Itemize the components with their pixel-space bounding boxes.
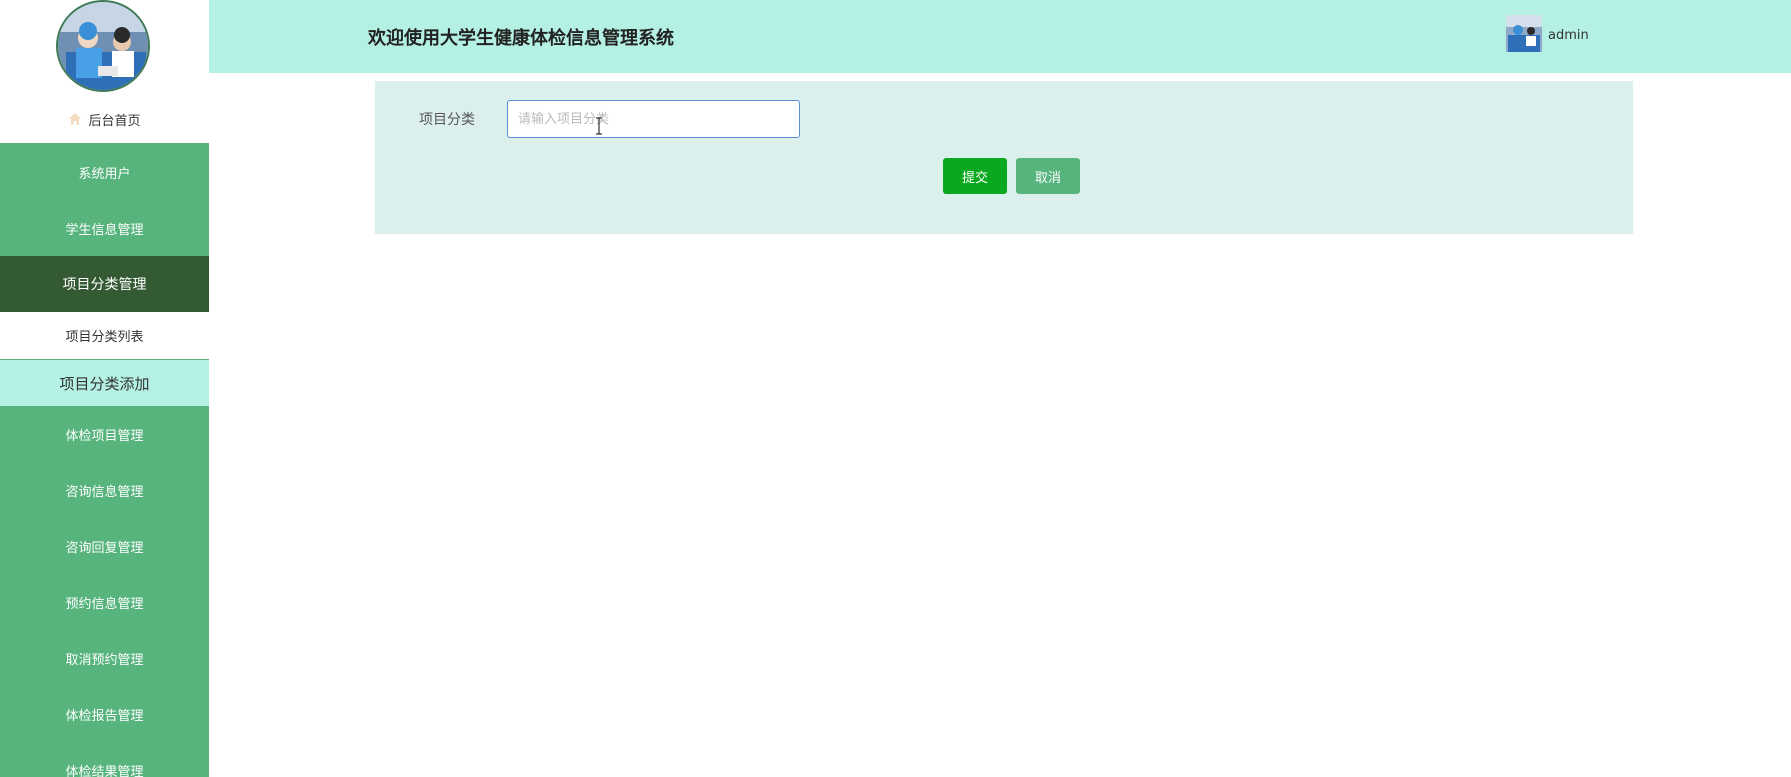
sidebar-subitem-category-list[interactable]: 项目分类列表 xyxy=(0,312,209,360)
avatar[interactable] xyxy=(1506,15,1542,52)
sidebar-item-student-info[interactable]: 学生信息管理 xyxy=(0,200,209,256)
home-icon xyxy=(69,113,82,125)
sidebar-item-cancel-booking[interactable]: 取消预约管理 xyxy=(0,630,209,686)
category-field-label: 项目分类 xyxy=(419,112,475,128)
top-header: 欢迎使用大学生健康体检信息管理系统 admin xyxy=(209,0,1791,73)
sidebar-item-category-management[interactable]: 项目分类管理 xyxy=(0,256,209,312)
sidebar: 后台首页 系统用户 学生信息管理 项目分类管理 项目分类列表 项目分类添加 体检… xyxy=(0,0,209,777)
sidebar-subitem-category-add[interactable]: 项目分类添加 xyxy=(0,360,209,406)
category-form-panel: 项目分类 提交 取消 xyxy=(375,81,1633,234)
logo-photo-icon xyxy=(58,2,148,90)
cancel-button[interactable]: 取消 xyxy=(1016,158,1080,194)
page-title: 欢迎使用大学生健康体检信息管理系统 xyxy=(368,28,674,49)
text-cursor-icon xyxy=(596,117,602,135)
app-window: 后台首页 系统用户 学生信息管理 项目分类管理 项目分类列表 项目分类添加 体检… xyxy=(0,0,1791,777)
avatar-photo-icon xyxy=(1506,15,1542,52)
sidebar-item-booking-info[interactable]: 预约信息管理 xyxy=(0,574,209,630)
sidebar-item-consult-reply[interactable]: 咨询回复管理 xyxy=(0,518,209,574)
logo-image xyxy=(56,0,150,92)
sidebar-item-consult-info[interactable]: 咨询信息管理 xyxy=(0,462,209,518)
submit-button[interactable]: 提交 xyxy=(943,158,1007,194)
home-link[interactable]: 后台首页 xyxy=(0,108,209,130)
sidebar-item-exam-result[interactable]: 体检结果管理 xyxy=(0,742,209,777)
home-label: 后台首页 xyxy=(88,113,141,129)
category-input[interactable] xyxy=(507,100,800,138)
sidebar-item-exam-report[interactable]: 体检报告管理 xyxy=(0,686,209,742)
username-label[interactable]: admin xyxy=(1548,28,1589,43)
sidebar-profile: 后台首页 xyxy=(0,0,209,144)
sidebar-item-exam-items[interactable]: 体检项目管理 xyxy=(0,406,209,462)
sidebar-item-system-users[interactable]: 系统用户 xyxy=(0,144,209,200)
